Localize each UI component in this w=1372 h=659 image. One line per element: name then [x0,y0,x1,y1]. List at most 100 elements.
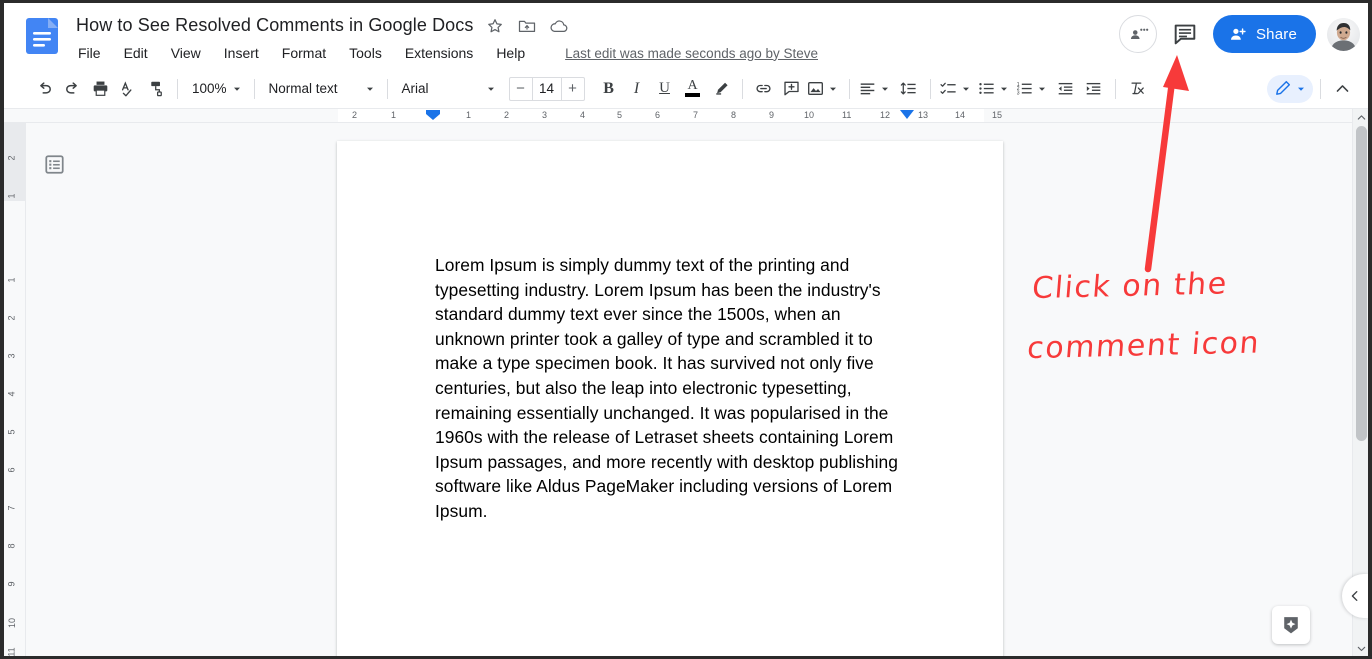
chevron-down-icon [1039,87,1046,91]
last-edit-status[interactable]: Last edit was made seconds ago by Steve [565,46,818,61]
collapse-menus-chevron-icon[interactable] [1328,75,1356,103]
font-size-input[interactable]: 14 [531,77,562,100]
left-indent-marker[interactable] [425,109,441,122]
add-comment-icon[interactable] [778,75,806,103]
highlight-color-icon[interactable] [707,75,735,103]
bold-label: B [603,79,614,97]
italic-button[interactable]: I [623,75,651,103]
star-icon[interactable] [485,16,505,36]
bold-button[interactable]: B [595,75,623,103]
paint-format-icon[interactable] [142,75,170,103]
vertical-ruler-margin [4,123,25,201]
explore-button[interactable] [1272,606,1310,644]
numbered-list-icon[interactable]: 1 2 3 [1014,75,1052,103]
toolbar-divider [1320,78,1321,99]
decrease-font-size-button[interactable]: − [510,78,532,100]
increase-font-size-button[interactable]: + [562,78,584,100]
paragraph-style-dropdown[interactable]: Normal text [262,75,380,103]
vruler-label: 1 [6,193,17,199]
ruler-label: 11 [842,110,852,120]
menu-view[interactable]: View [169,44,203,62]
zoom-value: 100% [192,81,227,96]
share-button-label: Share [1255,25,1297,43]
title-row: How to See Resolved Comments in Google D… [76,15,569,36]
move-to-folder-icon[interactable] [517,16,537,36]
font-size-stepper[interactable]: − 14 + [508,76,585,101]
line-spacing-icon[interactable] [895,75,923,103]
document-workspace: Lorem Ipsum is simply dummy text of the … [26,123,1356,656]
toolbar-divider [1114,78,1116,99]
vruler-label: 2 [6,315,17,321]
chevron-down-icon [882,87,889,91]
zoom-dropdown[interactable]: 100% [185,75,247,103]
header-actions: Share [1118,15,1360,53]
decrease-indent-icon[interactable] [1052,75,1080,103]
comment-history-icon[interactable] [1168,17,1202,51]
increase-indent-icon[interactable] [1080,75,1108,103]
italic-label: I [633,79,640,97]
scroll-down-arrow-icon[interactable] [1353,640,1368,656]
insert-link-icon[interactable] [750,75,778,103]
print-icon[interactable] [86,75,114,103]
spellcheck-icon[interactable] [114,75,142,103]
text-color-button[interactable]: A [679,75,707,103]
chevron-down-icon [1298,87,1304,91]
text-color-label: A [687,78,698,93]
menu-format[interactable]: Format [280,44,328,62]
paragraph-style-value: Normal text [268,81,338,96]
avatar[interactable] [1327,17,1360,51]
chevron-down-icon [1001,87,1008,91]
editing-mode-selector[interactable] [1267,74,1313,103]
ruler-label: 1 [391,110,397,120]
formatting-toolbar: 100% Normal text Arial − 14 + B I U A 1 … [4,69,1368,109]
menu-bar: File Edit View Insert Format Tools Exten… [76,44,818,62]
menu-extensions[interactable]: Extensions [403,44,475,62]
toolbar-divider [177,78,178,99]
meet-present-icon[interactable] [1118,15,1157,53]
vertical-ruler[interactable]: 2 1 1 2 3 4 5 6 7 8 9 10 11 [4,123,26,656]
ruler-label: 15 [992,110,1003,120]
font-family-dropdown[interactable]: Arial [395,75,501,103]
cloud-saved-icon[interactable] [549,16,569,36]
document-page[interactable]: Lorem Ipsum is simply dummy text of the … [337,141,1003,656]
menu-edit[interactable]: Edit [122,44,150,62]
ruler-label: 3 [542,110,548,120]
toolbar-divider [741,78,743,99]
chevron-down-icon [366,87,373,91]
scrollbar-thumb[interactable] [1356,126,1367,441]
menu-insert[interactable]: Insert [222,44,261,62]
chevron-down-icon [487,87,494,91]
vruler-label: 8 [6,543,17,549]
menu-tools[interactable]: Tools [347,44,384,62]
chevron-down-icon [233,87,240,91]
ruler-label: 12 [880,110,891,120]
scroll-up-arrow-icon[interactable] [1353,109,1368,125]
chevron-down-icon [830,87,837,91]
underline-button[interactable]: U [651,75,679,103]
ruler-label: 10 [804,110,815,120]
vruler-label: 9 [6,581,17,587]
ruler-label: 4 [580,110,586,120]
ruler-label: 6 [655,110,661,120]
font-family-value: Arial [401,81,429,96]
align-icon[interactable] [857,75,895,103]
share-button[interactable]: Share [1212,15,1316,53]
menu-file[interactable]: File [76,44,103,62]
insert-image-icon[interactable] [806,75,842,103]
menu-help[interactable]: Help [494,44,527,62]
clear-formatting-icon[interactable] [1123,75,1151,103]
right-indent-marker[interactable] [900,110,914,122]
vruler-label: 2 [6,155,17,161]
ruler-label: 9 [769,110,775,120]
redo-icon[interactable] [58,75,86,103]
undo-icon[interactable] [30,75,58,103]
vruler-label: 7 [6,505,17,511]
show-document-outline-icon[interactable] [39,149,69,179]
google-docs-logo[interactable] [22,16,62,56]
page-title[interactable]: How to See Resolved Comments in Google D… [76,15,473,36]
document-body-text[interactable]: Lorem Ipsum is simply dummy text of the … [435,253,913,524]
horizontal-ruler[interactable]: 2 1 1 2 3 4 5 6 7 8 9 10 11 12 13 14 15 [4,109,1368,123]
checklist-icon[interactable] [938,75,976,103]
bulleted-list-icon[interactable] [976,75,1014,103]
toolbar-divider [848,78,850,99]
